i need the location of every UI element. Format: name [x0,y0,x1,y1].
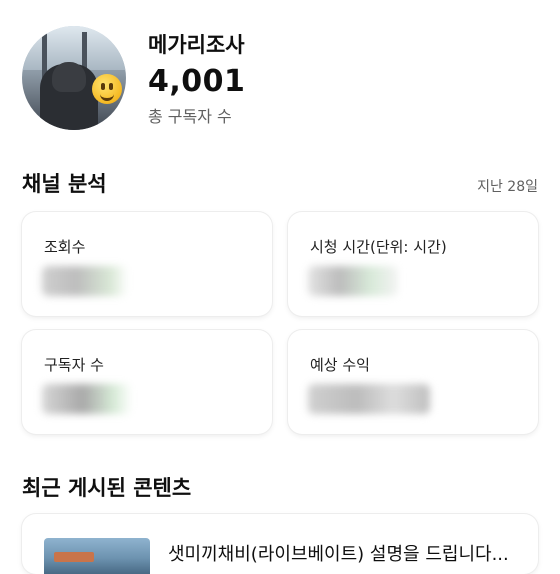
watch-time-card[interactable]: 시청 시간(단위: 시간) [288,212,538,316]
subscribers-card[interactable]: 구독자 수 [22,330,272,434]
content-title[interactable]: 샛미끼채비(라이브베이트) 설명을 드립니다... [168,540,509,566]
smiley-emoji-icon [92,74,122,104]
views-card[interactable]: 조회수 [22,212,272,316]
blurred-value [42,384,132,414]
emoji-eye [101,83,105,90]
subscriber-label: 총 구독자 수 [148,107,232,126]
card-label: 구독자 수 [44,356,104,374]
channel-header: 메가리조사 4,001 총 구독자 수 [22,26,245,130]
card-label: 시청 시간(단위: 시간) [310,238,447,256]
avatar-head [52,62,86,92]
emoji-mouth [100,91,114,101]
channel-avatar[interactable] [22,26,126,130]
blurred-value [308,384,430,414]
period-label[interactable]: 지난 28일 [477,176,538,196]
card-label: 예상 수익 [310,356,370,374]
card-label: 조회수 [44,238,86,256]
blurred-value [308,266,398,296]
recent-content-title: 최근 게시된 콘텐츠 [22,476,192,500]
analytics-section-title: 채널 분석 [22,172,107,196]
emoji-eye [109,83,113,90]
blurred-value [42,266,128,296]
content-item[interactable]: 샛미끼채비(라이브베이트) 설명을 드립니다... [22,514,538,574]
channel-name: 메가리조사 [148,33,245,57]
channel-info: 메가리조사 4,001 총 구독자 수 [148,26,245,130]
revenue-card[interactable]: 예상 수익 [288,330,538,434]
subscriber-count: 4,001 [148,64,246,99]
thumbnail-boat [54,552,94,562]
video-thumbnail[interactable] [44,538,150,574]
